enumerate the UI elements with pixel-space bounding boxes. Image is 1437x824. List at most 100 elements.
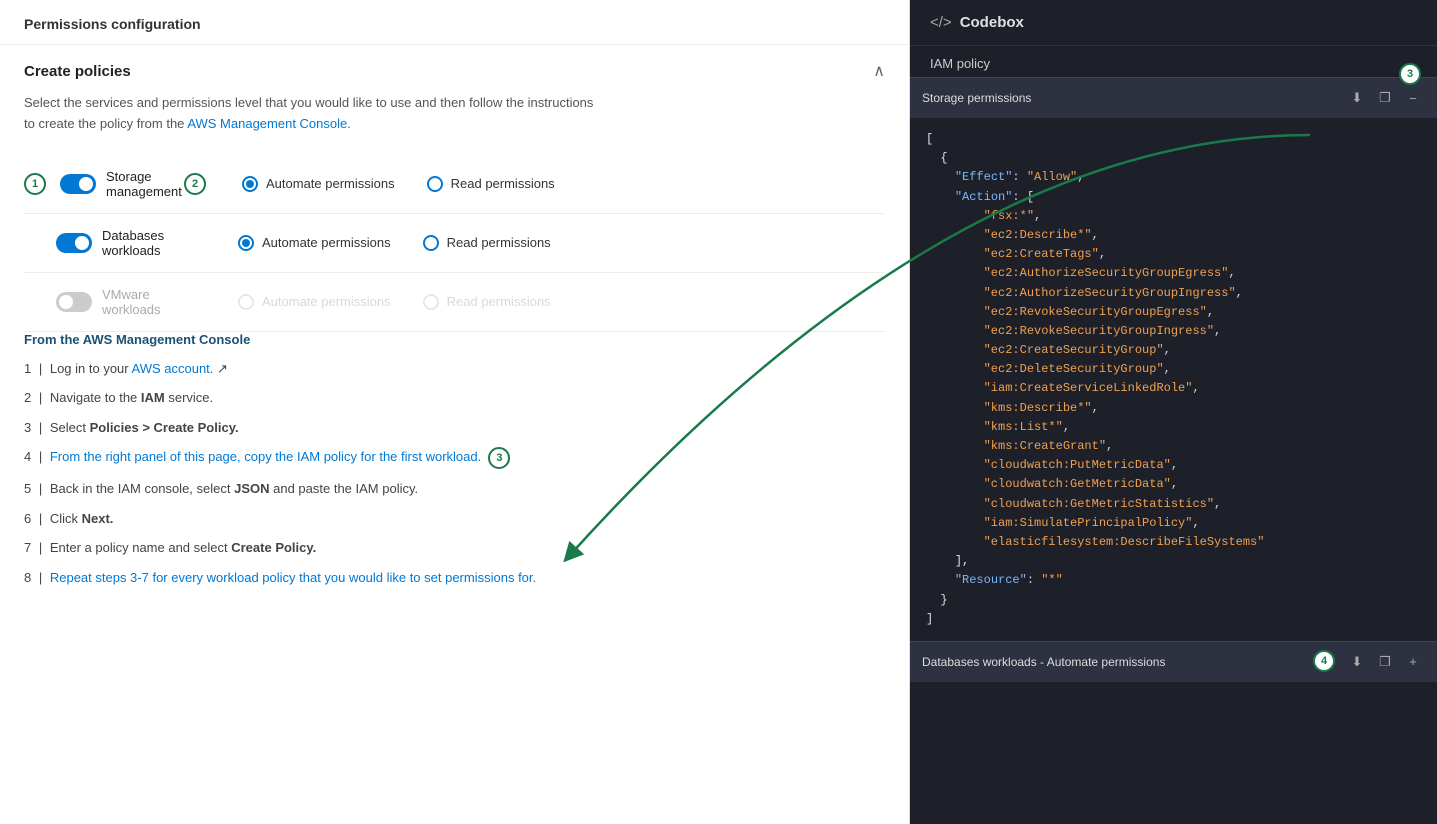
codebox-header: </> Codebox <box>910 0 1437 46</box>
workload-row-vmware: VMware workloads Automate permissions Re… <box>24 273 885 332</box>
section-title: Create policies <box>24 63 131 80</box>
step-sep-7: | <box>35 538 46 558</box>
radio-label-automate-databases: Automate permissions <box>262 235 391 250</box>
step-num-3: 3 <box>24 418 31 438</box>
step-item-5: 5 | Back in the IAM console, select JSON… <box>24 479 885 499</box>
radio-automate-vmware: Automate permissions <box>238 294 391 310</box>
step-num-7: 7 <box>24 538 31 558</box>
aws-section-title: From the AWS Management Console <box>24 332 885 347</box>
iam-policy-label: IAM policy <box>910 46 1437 77</box>
workload-toggle-col-vmware: VMware workloads <box>24 287 184 317</box>
step-item-3: 3 | Select Policies > Create Policy. <box>24 418 885 438</box>
code-block-label: Storage permissions <box>922 91 1031 105</box>
radio-circle-read-databases <box>423 235 439 251</box>
code-bottom-bar: Databases workloads - Automate permissio… <box>910 641 1437 682</box>
copy-button-bottom[interactable]: ❐ <box>1373 650 1397 674</box>
step-num-2: 2 <box>24 388 31 408</box>
step-sep-8: | <box>35 568 46 588</box>
code-block: Storage permissions ⬇ ❐ − 3 [ { "Effect"… <box>910 77 1437 682</box>
step-item-6: 6 | Click Next. <box>24 509 885 529</box>
toggle-storage[interactable] <box>60 174 96 194</box>
step-text-4: From the right panel of this page, copy … <box>50 447 885 469</box>
permissions-col-vmware: Automate permissions Read permissions <box>184 294 885 310</box>
step-sep-2: | <box>35 388 46 408</box>
step-sep-4: | <box>35 447 46 467</box>
steps-list: 1 | Log in to your AWS account. ↗ 2 | Na… <box>24 359 885 588</box>
section-header: Create policies ∧ <box>24 61 885 81</box>
create-policies-section: Create policies ∧ Select the services an… <box>0 45 909 332</box>
radio-circle-read-storage <box>427 176 443 192</box>
step-sep-5: | <box>35 479 46 499</box>
radio-read-storage[interactable]: Read permissions <box>427 176 555 192</box>
step-num-8: 8 <box>24 568 31 588</box>
workload-toggle-col-databases: Databases workloads <box>24 228 184 258</box>
step-item-4: 4 | From the right panel of this page, c… <box>24 447 885 469</box>
page-title: Permissions configuration <box>0 0 909 45</box>
radio-label-automate-storage: Automate permissions <box>266 176 395 191</box>
step-text-8: Repeat steps 3-7 for every workload poli… <box>50 568 885 588</box>
step-num-4: 4 <box>24 447 31 467</box>
radio-circle-automate-databases <box>238 235 254 251</box>
radio-label-automate-vmware: Automate permissions <box>262 294 391 309</box>
code-content: [ { "Effect": "Allow", "Action": [ "fsx:… <box>910 118 1437 641</box>
step-circle-2-storage: 2 <box>184 173 206 195</box>
step-item-8: 8 | Repeat steps 3-7 for every workload … <box>24 568 885 588</box>
code-bottom-label: Databases workloads - Automate permissio… <box>922 655 1165 669</box>
collapse-icon[interactable]: ∧ <box>873 61 885 81</box>
permissions-col-storage: 2 Automate permissions Read permissions <box>184 173 885 195</box>
step-sep-3: | <box>35 418 46 438</box>
radio-label-read-vmware: Read permissions <box>447 294 551 309</box>
radio-circle-automate-vmware <box>238 294 254 310</box>
full-page: Permissions configuration Create policie… <box>0 0 1437 824</box>
radio-label-read-databases: Read permissions <box>447 235 551 250</box>
code-block-actions: ⬇ ❐ − <box>1345 86 1425 110</box>
step-item-7: 7 | Enter a policy name and select Creat… <box>24 538 885 558</box>
radio-automate-databases[interactable]: Automate permissions <box>238 235 391 251</box>
copy-button-top[interactable]: ❐ <box>1373 86 1397 110</box>
workload-row-storage: 1 Storage management 2 Automate permissi… <box>24 155 885 214</box>
code-bottom-actions: 4 ⬇ ❐ + <box>1313 650 1425 674</box>
radio-label-read-storage: Read permissions <box>451 176 555 191</box>
step-sep-1: | <box>35 359 46 379</box>
workload-toggle-col-storage: 1 Storage management <box>24 169 184 199</box>
toggle-slider-databases <box>56 233 92 253</box>
step-text-7: Enter a policy name and select Create Po… <box>50 538 885 558</box>
step4-circle: 4 <box>1313 650 1335 672</box>
radio-read-databases[interactable]: Read permissions <box>423 235 551 251</box>
codebox-title-icon: </> <box>930 14 952 31</box>
aws-console-link[interactable]: AWS Management Console <box>187 116 347 131</box>
toggle-databases[interactable] <box>56 233 92 253</box>
step-num-5: 5 <box>24 479 31 499</box>
toggle-slider-storage <box>60 174 96 194</box>
step-num-6: 6 <box>24 509 31 529</box>
description: Select the services and permissions leve… <box>24 93 885 135</box>
code-block-wrapper: Storage permissions ⬇ ❐ − 3 [ { "Effect"… <box>910 77 1437 682</box>
codebox-title-text: Codebox <box>960 14 1024 31</box>
workload-label-vmware: VMware workloads <box>102 287 184 317</box>
right-panel: </> Codebox IAM policy Storage permissio… <box>910 0 1437 824</box>
code-block-header: Storage permissions ⬇ ❐ − <box>910 77 1437 118</box>
aws-section: From the AWS Management Console 1 | Log … <box>0 332 909 622</box>
radio-circle-read-vmware <box>423 294 439 310</box>
toggle-vmware[interactable] <box>56 292 92 312</box>
workload-label-databases: Databases workloads <box>102 228 184 258</box>
step-text-5: Back in the IAM console, select JSON and… <box>50 479 885 499</box>
step-text-1: Log in to your AWS account. ↗ <box>50 359 885 379</box>
workload-label-storage: Storage management <box>106 169 184 199</box>
radio-read-vmware: Read permissions <box>423 294 551 310</box>
step3-circle: 3 <box>1399 77 1421 85</box>
step-text-6: Click Next. <box>50 509 885 529</box>
step-text-3: Select Policies > Create Policy. <box>50 418 885 438</box>
radio-automate-storage[interactable]: Automate permissions <box>242 176 395 192</box>
step-item-2: 2 | Navigate to the IAM service. <box>24 388 885 408</box>
add-button-bottom[interactable]: + <box>1401 650 1425 674</box>
step-circle-1: 1 <box>24 173 46 195</box>
step-text-2: Navigate to the IAM service. <box>50 388 885 408</box>
collapse-button-top[interactable]: − <box>1401 86 1425 110</box>
left-panel: Permissions configuration Create policie… <box>0 0 910 824</box>
aws-account-link[interactable]: AWS account. <box>132 361 214 376</box>
radio-circle-automate-storage <box>242 176 258 192</box>
download-button-top[interactable]: ⬇ <box>1345 86 1369 110</box>
download-button-bottom[interactable]: ⬇ <box>1345 650 1369 674</box>
permissions-col-databases: Automate permissions Read permissions <box>184 235 885 251</box>
